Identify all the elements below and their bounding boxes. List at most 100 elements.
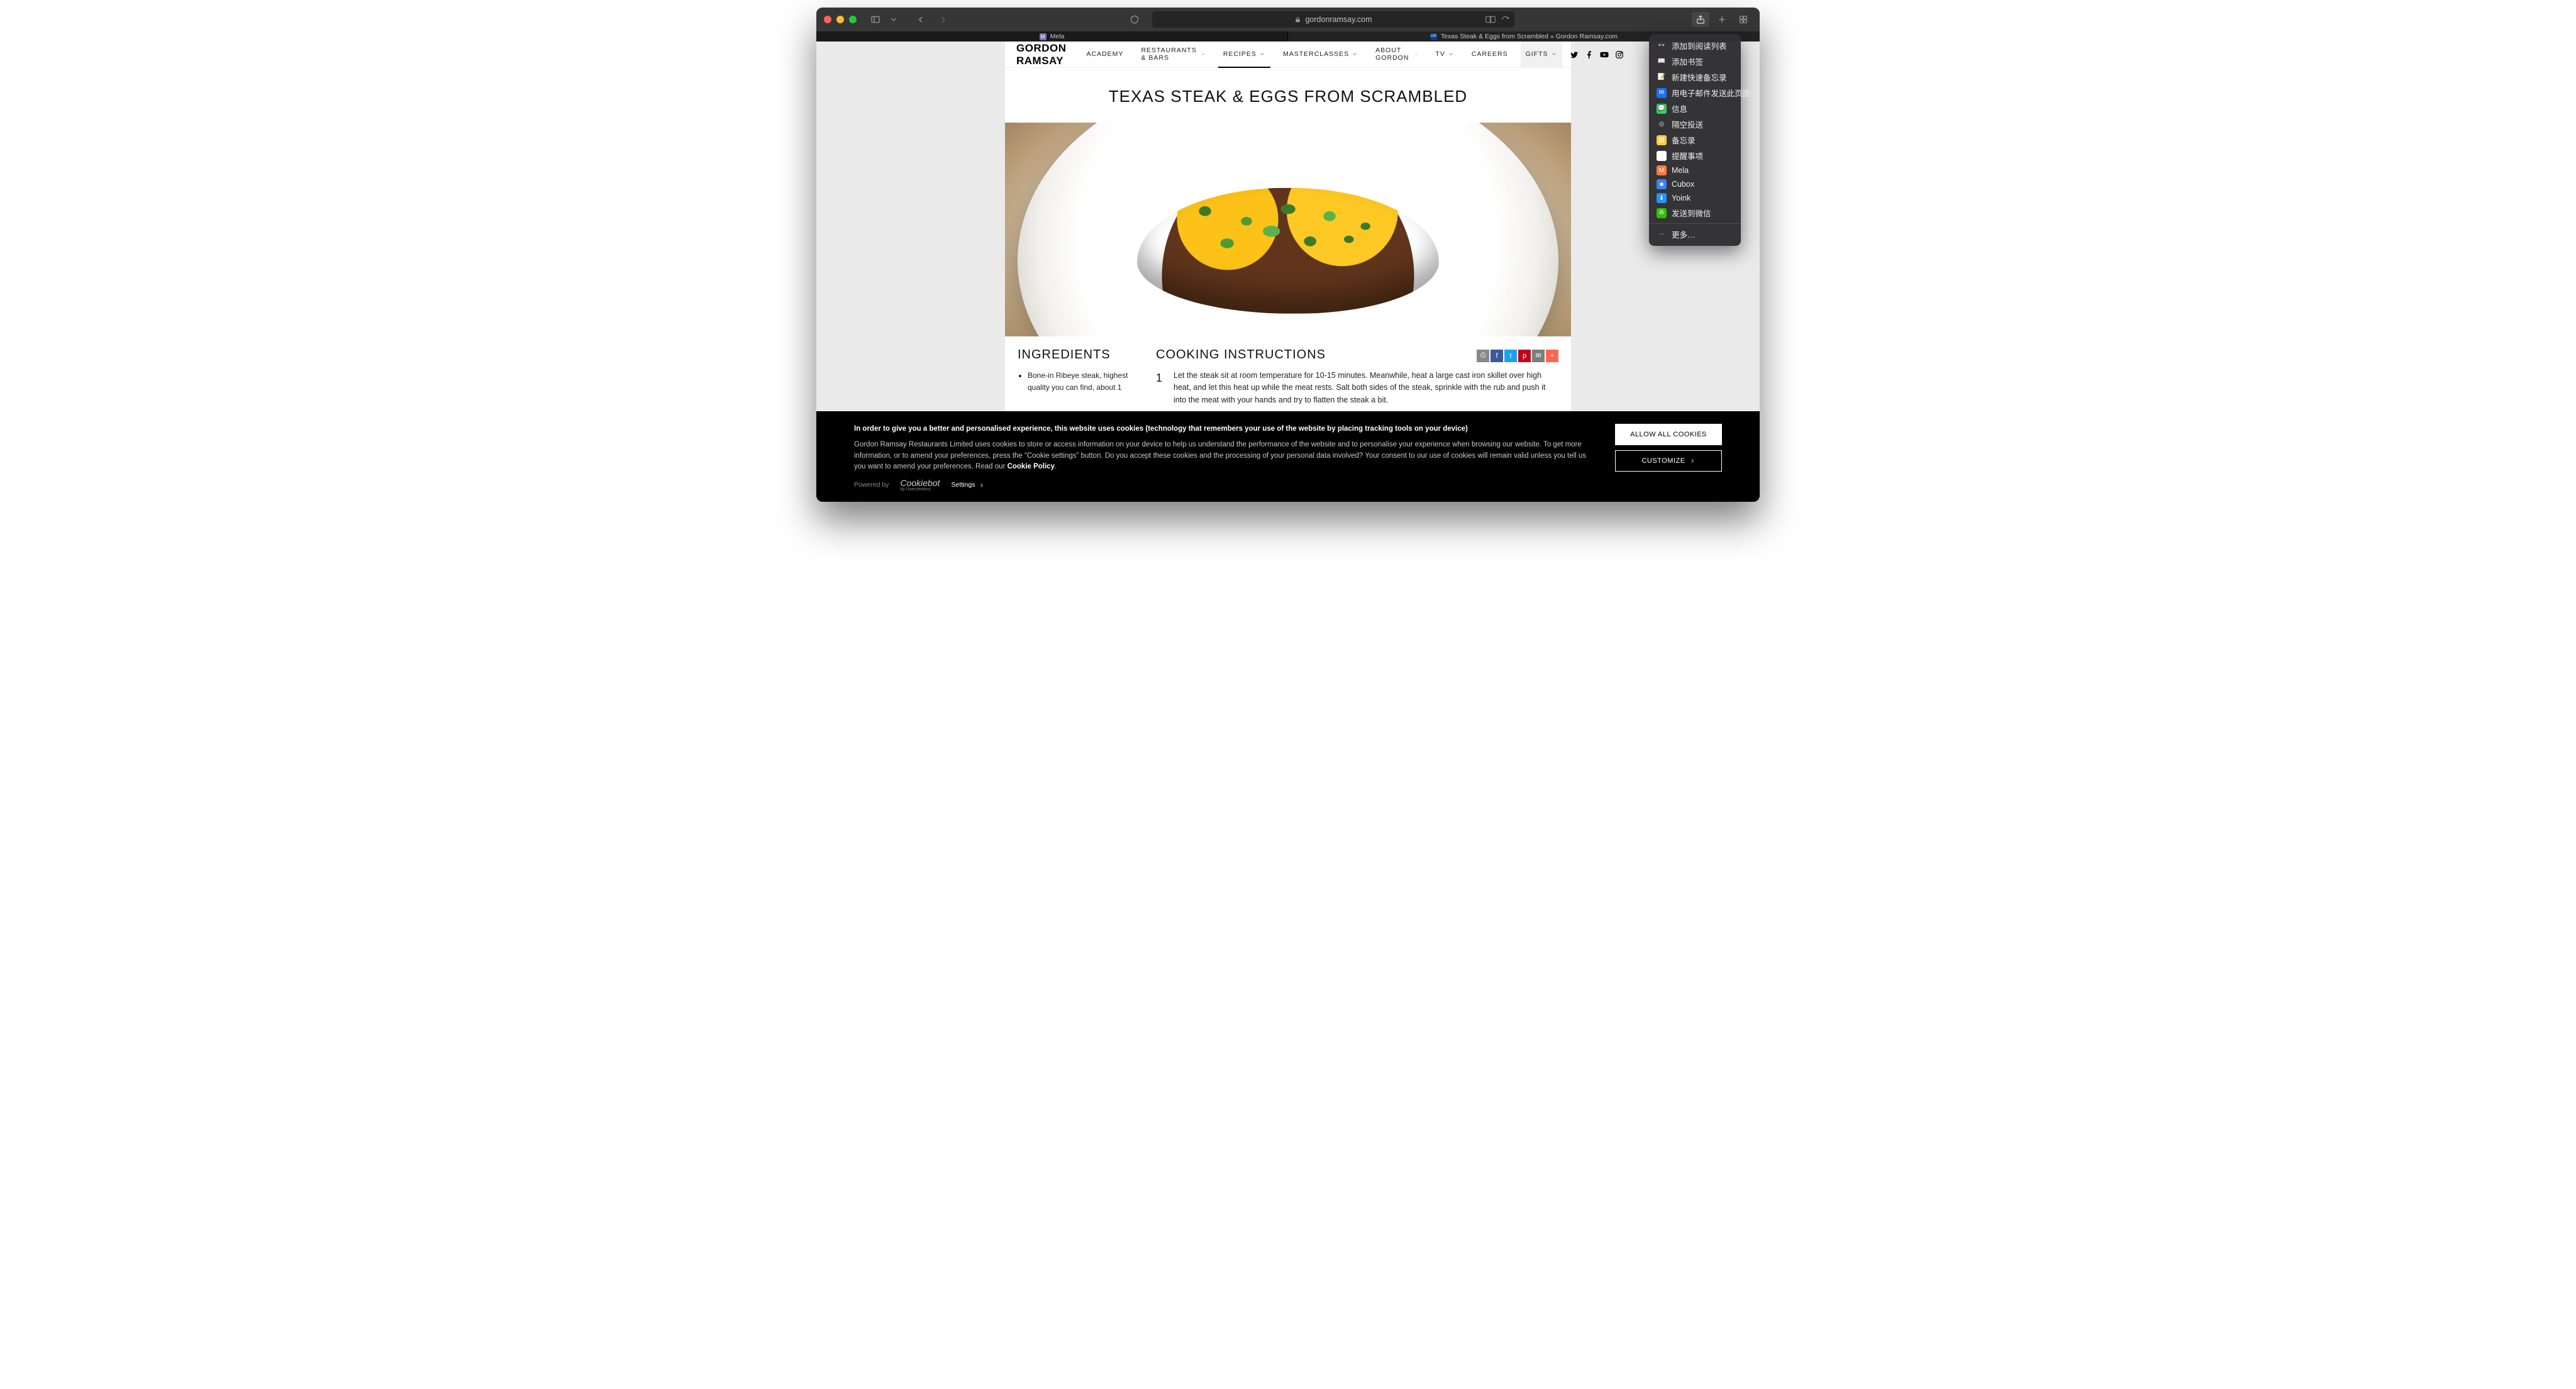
share-email-button[interactable]: ✉ xyxy=(1532,350,1545,362)
share-pinterest-button[interactable]: p xyxy=(1518,350,1531,362)
menu-item-label: 备忘录 xyxy=(1672,134,1696,146)
nav-item-masterclasses[interactable]: MASTERCLASSES xyxy=(1278,42,1363,68)
cookie-banner: In order to give you a better and person… xyxy=(816,411,1760,502)
chevron-down-icon xyxy=(1201,51,1206,57)
zoom-window-button[interactable] xyxy=(849,16,857,23)
sidebar-toggle-button[interactable] xyxy=(867,12,884,27)
new-tab-button[interactable] xyxy=(1713,12,1731,27)
menu-item-label: Cubox xyxy=(1672,180,1694,189)
customize-cookies-button[interactable]: CUSTOMIZE xyxy=(1615,450,1722,472)
nav-item-restaurants-bars[interactable]: RESTAURANTS & BARS xyxy=(1136,42,1210,68)
cooking-step: 1Let the steak sit at room temperature f… xyxy=(1156,370,1558,406)
share-menu-item-mela[interactable]: M Mela xyxy=(1649,163,1741,177)
mail-icon: ✉ xyxy=(1657,88,1667,98)
facebook-icon[interactable] xyxy=(1585,50,1594,59)
step-text: Let the steak sit at room temperature fo… xyxy=(1174,370,1558,406)
tab-overview-button[interactable] xyxy=(1735,12,1752,27)
share-menu-item-airdrop[interactable]: ◎隔空投送 xyxy=(1649,116,1741,132)
browser-window: gordonramsay.com M Mela xyxy=(816,8,1760,502)
mela-icon: M xyxy=(1657,165,1667,175)
lock-icon xyxy=(1294,16,1301,23)
nav-label: CAREERS xyxy=(1472,50,1508,58)
menu-item-label: 新建快速备忘录 xyxy=(1672,71,1727,83)
nav-item-recipes[interactable]: RECIPES xyxy=(1218,42,1270,68)
menu-separator xyxy=(1649,223,1741,224)
chevron-down-icon xyxy=(1414,51,1418,57)
book-icon: 📖 xyxy=(1657,57,1667,67)
menu-item-label: 添加到阅读列表 xyxy=(1672,40,1727,52)
tab-title: Texas Steak & Eggs from Scrambled » Gord… xyxy=(1441,33,1618,40)
sidebar-toggle-chevron[interactable] xyxy=(889,12,898,27)
powered-by-label: Powered by xyxy=(854,480,889,490)
chevron-down-icon xyxy=(1259,51,1265,57)
share-facebook-button[interactable]: f xyxy=(1491,350,1503,362)
allow-cookies-button[interactable]: ALLOW ALL COOKIES xyxy=(1615,424,1722,445)
nav-label: TV xyxy=(1435,50,1445,58)
share-menu-item-yoink[interactable]: ⬇ Yoink xyxy=(1649,191,1741,205)
menu-item-label: 隔空投送 xyxy=(1672,118,1703,130)
instagram-icon[interactable] xyxy=(1615,50,1624,59)
favicon-icon: GR xyxy=(1430,33,1437,40)
nav-label: GIFTS xyxy=(1526,50,1548,58)
ingredients-list: Bone-in Ribeye steak, highest quality yo… xyxy=(1018,370,1143,393)
nav-label: RECIPES xyxy=(1223,50,1257,58)
cookie-policy-link[interactable]: Cookie Policy xyxy=(1008,463,1055,470)
instructions-column: COOKING INSTRUCTIONS ⎙ftp✉+ 1Let the ste… xyxy=(1156,348,1558,406)
share-button[interactable] xyxy=(1692,12,1709,27)
nav-item-tv[interactable]: TV xyxy=(1430,42,1458,68)
reload-button[interactable] xyxy=(1501,16,1509,24)
twitter-icon[interactable] xyxy=(1570,50,1579,59)
window-controls xyxy=(824,16,857,23)
url-host-text: gordonramsay.com xyxy=(1305,15,1372,24)
youtube-icon[interactable] xyxy=(1600,50,1609,59)
cookiebot-logo[interactable]: Cookiebot by Usercentrics xyxy=(900,479,940,492)
notes-icon: ▤ xyxy=(1657,135,1667,145)
share-more-button[interactable]: + xyxy=(1546,350,1558,362)
share-print-button[interactable]: ⎙ xyxy=(1477,350,1489,362)
tabs-bar: M Mela GR Texas Steak & Eggs from Scramb… xyxy=(816,31,1760,42)
share-menu-item-note-new[interactable]: 📝 新建快速备忘录 xyxy=(1649,69,1741,85)
tab-mela[interactable]: M Mela xyxy=(816,31,1288,42)
nav-item-academy[interactable]: ACADEMY xyxy=(1082,42,1129,68)
share-row: ⎙ftp✉+ xyxy=(1477,350,1558,362)
messages-icon: 💬 xyxy=(1657,104,1667,114)
nav-item-gifts[interactable]: GIFTS xyxy=(1521,42,1562,68)
step-number: 1 xyxy=(1156,370,1165,406)
close-window-button[interactable] xyxy=(824,16,831,23)
cookie-settings-button[interactable]: Settings xyxy=(952,480,985,490)
menu-item-label: 更多… xyxy=(1672,228,1696,240)
social-links xyxy=(1570,50,1624,59)
nav-back-button[interactable] xyxy=(912,12,930,27)
share-menu-item-cubox[interactable]: ■Cubox xyxy=(1649,177,1741,191)
share-menu-item-notes[interactable]: ▤ 备忘录 xyxy=(1649,132,1741,148)
site-logo[interactable]: GORDON RAMSAY xyxy=(1016,42,1067,67)
share-menu-item-glasses[interactable]: 👓添加到阅读列表 xyxy=(1649,38,1741,53)
menu-item-label: 添加书签 xyxy=(1672,55,1703,67)
nav-item-careers[interactable]: CAREERS xyxy=(1467,42,1513,68)
wechat-icon: ✇ xyxy=(1657,208,1667,218)
share-menu-item-reminders[interactable]: ⦿提醒事项 xyxy=(1649,148,1741,163)
share-menu-item-messages[interactable]: 💬信息 xyxy=(1649,101,1741,116)
menu-item-label: Mela xyxy=(1672,166,1689,175)
privacy-report-button[interactable] xyxy=(1126,12,1143,27)
share-menu-item-mail[interactable]: ✉用电子邮件发送此页面 xyxy=(1649,85,1741,101)
yoink-icon: ⬇ xyxy=(1657,193,1667,203)
reminders-icon: ⦿ xyxy=(1657,151,1667,161)
share-menu-item-book[interactable]: 📖 添加书签 xyxy=(1649,53,1741,69)
share-menu: 👓添加到阅读列表 📖 添加书签 📝 新建快速备忘录 ✉用电子邮件发送此页面💬信息◎隔空投送… xyxy=(1649,34,1741,246)
nav-label: ABOUT GORDON xyxy=(1375,47,1411,62)
nav-item-about-gordon[interactable]: ABOUT GORDON xyxy=(1370,42,1423,68)
favicon-icon: M xyxy=(1040,33,1046,40)
url-bar[interactable]: gordonramsay.com xyxy=(1152,11,1515,28)
menu-item-label: Yoink xyxy=(1672,194,1690,202)
nav-forward-button[interactable] xyxy=(935,12,952,27)
share-menu-item-more[interactable]: ⋯更多… xyxy=(1649,226,1741,242)
hero-image xyxy=(1005,123,1571,336)
share-menu-item-wechat[interactable]: ✇发送到微信 xyxy=(1649,205,1741,221)
translate-button[interactable] xyxy=(1485,16,1496,23)
note-new-icon: 📝 xyxy=(1657,72,1667,82)
minimize-window-button[interactable] xyxy=(836,16,844,23)
nav-label: ACADEMY xyxy=(1087,50,1124,58)
share-twitter-button[interactable]: t xyxy=(1504,350,1517,362)
cookie-body-text: Gordon Ramsay Restaurants Limited uses c… xyxy=(854,441,1586,470)
